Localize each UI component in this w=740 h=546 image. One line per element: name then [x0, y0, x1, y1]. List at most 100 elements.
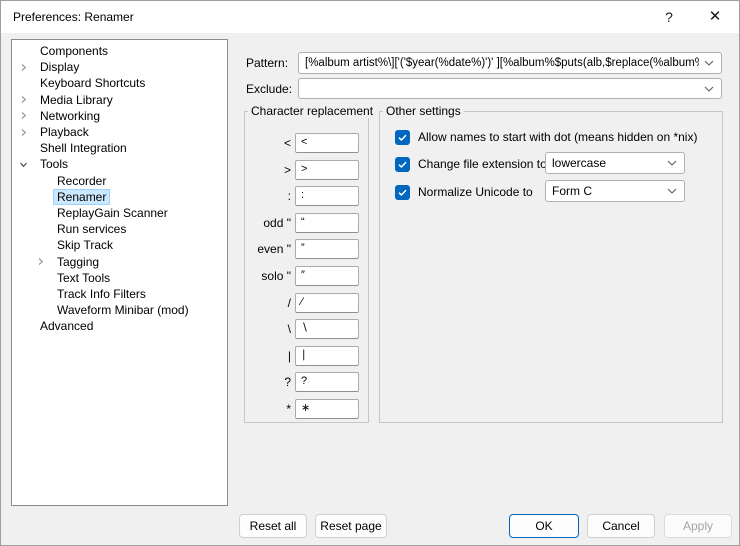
tree-item-label: Recorder: [53, 173, 110, 189]
file-extension-combobox[interactable]: lowercase: [545, 152, 685, 174]
expander-spacer: [36, 191, 53, 203]
tree-item-label: Run services: [53, 221, 130, 237]
char-replacement-title: Character replacement: [248, 104, 376, 118]
chevron-down-icon[interactable]: [667, 188, 677, 194]
tree-item-keyboard-shortcuts[interactable]: Keyboard Shortcuts: [12, 75, 227, 91]
tree-item-recorder[interactable]: Recorder: [12, 173, 227, 189]
char-replacement-source-label: ?: [245, 372, 291, 392]
exclude-combobox[interactable]: [298, 78, 722, 99]
tree-item-label: Shell Integration: [36, 140, 131, 156]
checkmark-icon: [397, 187, 408, 198]
normalize-unicode-checkbox[interactable]: [395, 185, 410, 200]
allow-dot-label: Allow names to start with dot (means hid…: [418, 130, 697, 144]
help-button[interactable]: ?: [652, 1, 686, 33]
tree-item-media-library[interactable]: Media Library: [12, 92, 227, 108]
expander-spacer: [36, 207, 53, 219]
tree-item-networking[interactable]: Networking: [12, 108, 227, 124]
char-replacement-input[interactable]: ″: [295, 266, 359, 286]
char-replacement-input[interactable]: <: [295, 133, 359, 153]
char-replacement-input[interactable]: “: [295, 213, 359, 233]
tree-item-playback[interactable]: Playback: [12, 124, 227, 140]
tree-item-waveform-minibar-mod[interactable]: Waveform Minibar (mod): [12, 302, 227, 318]
tree-item-skip-track[interactable]: Skip Track: [12, 237, 227, 253]
tree-item-advanced[interactable]: Advanced: [12, 318, 227, 334]
chevron-down-icon[interactable]: [667, 160, 677, 166]
tree-item-renamer[interactable]: Renamer: [12, 189, 227, 205]
preferences-dialog: Preferences: Renamer ? ✕ ComponentsDispl…: [0, 0, 740, 546]
expander-spacer: [19, 77, 36, 89]
char-replacement-input[interactable]: ”: [295, 239, 359, 259]
tree-item-label: ReplayGain Scanner: [53, 205, 172, 221]
dialog-title: Preferences: Renamer: [13, 1, 134, 33]
char-replacement-input[interactable]: >: [295, 160, 359, 180]
checkmark-icon: [397, 159, 408, 170]
char-replacement-source-label: <: [245, 133, 291, 153]
tree-item-label: Keyboard Shortcuts: [36, 75, 149, 91]
char-replacement-source-label: /: [245, 293, 291, 313]
ok-button[interactable]: OK: [509, 514, 579, 538]
expander-spacer: [19, 142, 36, 154]
reset-all-button[interactable]: Reset all: [239, 514, 307, 538]
char-replacement-source-label: |: [245, 346, 291, 366]
cancel-label: Cancel: [602, 519, 639, 533]
tree-item-label: Waveform Minibar (mod): [53, 302, 193, 318]
expander-spacer: [36, 223, 53, 235]
chevron-right-icon[interactable]: [36, 256, 53, 268]
char-replacement-source-label: \: [245, 319, 291, 339]
tree-item-label: Playback: [36, 124, 93, 140]
char-replacement-input[interactable]: ∗: [295, 399, 359, 419]
chevron-right-icon[interactable]: [19, 126, 36, 138]
chevron-down-icon[interactable]: [704, 86, 714, 92]
tree-item-label: Media Library: [36, 92, 117, 108]
chevron-right-icon[interactable]: [19, 61, 36, 73]
reset-page-button[interactable]: Reset page: [315, 514, 387, 538]
char-replacement-input[interactable]: :: [295, 186, 359, 206]
pattern-value: [%album artist%\]['('$year(%date%)')' ][…: [305, 53, 699, 73]
change-extension-checkbox[interactable]: [395, 157, 410, 172]
char-replacement-source-label: solo ": [245, 266, 291, 286]
char-replacement-input[interactable]: ∕: [295, 293, 359, 313]
chevron-right-icon[interactable]: [19, 94, 36, 106]
char-replacement-input[interactable]: ∣: [295, 346, 359, 366]
allow-dot-checkbox[interactable]: [395, 130, 410, 145]
tree-item-replaygain-scanner[interactable]: ReplayGain Scanner: [12, 205, 227, 221]
help-icon: ?: [665, 9, 673, 25]
tree-item-track-info-filters[interactable]: Track Info Filters: [12, 286, 227, 302]
expander-spacer: [19, 45, 36, 57]
other-settings-group: Other settings Allow names to start with…: [379, 111, 723, 423]
expander-spacer: [36, 272, 53, 284]
tree-item-label: Tagging: [53, 254, 103, 270]
tree-item-label: Track Info Filters: [53, 286, 150, 302]
tree-item-label: Networking: [36, 108, 104, 124]
char-replacement-input[interactable]: ∖: [295, 319, 359, 339]
exclude-value: [305, 79, 699, 98]
tree-item-label: Advanced: [36, 318, 97, 334]
checkmark-icon: [397, 132, 408, 143]
pattern-combobox[interactable]: [%album artist%\]['('$year(%date%)')' ][…: [298, 52, 722, 74]
other-settings-title: Other settings: [383, 104, 464, 118]
tree-item-tagging[interactable]: Tagging: [12, 253, 227, 269]
unicode-form-combobox[interactable]: Form C: [545, 180, 685, 202]
chevron-down-icon[interactable]: [19, 158, 36, 170]
close-button[interactable]: ✕: [698, 1, 732, 33]
change-extension-label: Change file extension to: [418, 157, 547, 171]
expander-spacer: [36, 288, 53, 300]
tree-item-shell-integration[interactable]: Shell Integration: [12, 140, 227, 156]
tree-item-tools[interactable]: Tools: [12, 156, 227, 172]
unicode-form-value: Form C: [552, 181, 662, 201]
char-replacement-source-label: *: [245, 399, 291, 419]
expander-spacer: [36, 304, 53, 316]
tree-item-label: Skip Track: [53, 237, 117, 253]
chevron-right-icon[interactable]: [19, 110, 36, 122]
tree-item-display[interactable]: Display: [12, 59, 227, 75]
chevron-down-icon[interactable]: [704, 60, 714, 66]
expander-spacer: [19, 320, 36, 332]
tree-item-text-tools[interactable]: Text Tools: [12, 270, 227, 286]
tree-item-run-services[interactable]: Run services: [12, 221, 227, 237]
cancel-button[interactable]: Cancel: [587, 514, 655, 538]
normalize-unicode-row: Normalize Unicode to: [395, 181, 533, 203]
tree-item-label: Components: [36, 43, 112, 59]
apply-button[interactable]: Apply: [664, 514, 732, 538]
char-replacement-input[interactable]: ?: [295, 372, 359, 392]
tree-item-components[interactable]: Components: [12, 43, 227, 59]
